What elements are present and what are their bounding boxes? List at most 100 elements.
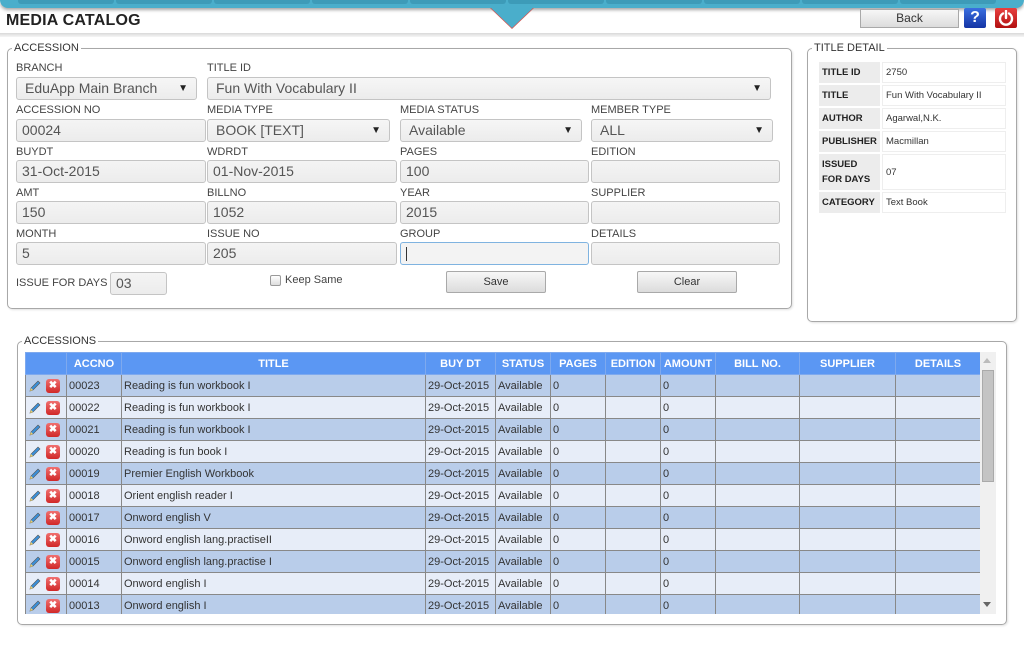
column-header-edition[interactable]: EDITION — [605, 352, 661, 375]
cell-supplier — [799, 396, 896, 419]
column-header-bill-no[interactable]: BILL NO. — [715, 352, 800, 375]
media-type-select[interactable]: BOOK [TEXT] ▼ — [207, 119, 390, 142]
branch-select[interactable]: EduApp Main Branch ▼ — [16, 77, 197, 100]
delete-x-icon[interactable]: ✖ — [46, 510, 60, 525]
issue-no-input[interactable]: 205 — [207, 242, 397, 265]
top-nav-tab[interactable] — [802, 0, 898, 4]
amt-input[interactable]: 150 — [16, 201, 206, 224]
table-row[interactable]: ✖ 00021 Reading is fun workbook I 29-Oct-20… — [25, 418, 981, 441]
delete-x-icon[interactable]: ✖ — [46, 576, 60, 591]
power-logout-icon[interactable] — [995, 8, 1017, 28]
delete-x-icon[interactable]: ✖ — [46, 400, 60, 415]
title-detail-row-title-id: TITLE ID 2750 — [819, 62, 1006, 83]
help-question-icon[interactable]: ? — [964, 8, 986, 28]
detail-value: Macmillan — [882, 131, 1006, 152]
member-type-select[interactable]: ALL ▼ — [591, 119, 773, 142]
media-status-select[interactable]: Available ▼ — [400, 119, 582, 142]
column-header-buy-dt[interactable]: BUY DT — [425, 352, 496, 375]
table-row[interactable]: ✖ 00013 Onword english I 29-Oct-2015 Availab… — [25, 594, 981, 614]
pencil-edit-icon[interactable] — [28, 423, 42, 437]
keep-same-label[interactable]: Keep Same — [285, 274, 342, 286]
delete-x-icon[interactable]: ✖ — [46, 598, 60, 613]
delete-x-icon[interactable]: ✖ — [46, 532, 60, 547]
pencil-edit-icon[interactable] — [28, 555, 42, 569]
cell-details — [895, 462, 981, 485]
delete-x-icon[interactable]: ✖ — [46, 554, 60, 569]
top-nav-tab[interactable] — [116, 0, 212, 4]
save-button[interactable]: Save — [446, 271, 546, 293]
buydt-input[interactable]: 31-Oct-2015 — [16, 160, 206, 183]
delete-x-icon[interactable]: ✖ — [46, 488, 60, 503]
pencil-edit-icon[interactable] — [28, 445, 42, 459]
details-input[interactable] — [591, 242, 780, 265]
column-header-amount[interactable]: AMOUNT — [660, 352, 716, 375]
supplier-input[interactable] — [591, 201, 780, 224]
column-header-title[interactable]: TITLE — [121, 352, 426, 375]
scroll-down-arrow-icon[interactable] — [983, 602, 991, 607]
chevron-down-icon: ▼ — [752, 83, 762, 94]
grid-scrollbar[interactable] — [980, 352, 996, 614]
pencil-edit-icon[interactable] — [28, 511, 42, 525]
table-row[interactable]: ✖ 00018 Orient english reader I 29-Oct-2015… — [25, 484, 981, 507]
top-nav-tab[interactable] — [18, 0, 114, 4]
text-cursor — [406, 247, 407, 262]
row-actions: ✖ — [25, 572, 67, 595]
pencil-edit-icon[interactable] — [28, 379, 42, 393]
pencil-edit-icon[interactable] — [28, 467, 42, 481]
pencil-edit-icon[interactable] — [28, 577, 42, 591]
accession-no-input[interactable]: 00024 — [16, 119, 206, 142]
year-input[interactable]: 2015 — [400, 201, 589, 224]
chevron-down-icon: ▼ — [371, 125, 381, 136]
group-input[interactable] — [400, 242, 589, 265]
table-row[interactable]: ✖ 00017 Onword english V 29-Oct-2015 Availab… — [25, 506, 981, 529]
top-nav-tab[interactable] — [900, 0, 996, 4]
top-nav-tab[interactable] — [606, 0, 702, 4]
cell-pages: 0 — [550, 462, 606, 485]
clear-button[interactable]: Clear — [637, 271, 737, 293]
delete-x-icon[interactable]: ✖ — [46, 422, 60, 437]
top-nav-tab[interactable] — [508, 0, 604, 4]
column-header-status[interactable]: STATUS — [495, 352, 551, 375]
back-button[interactable]: Back — [860, 9, 959, 28]
month-input[interactable]: 5 — [16, 242, 206, 265]
pencil-edit-icon[interactable] — [28, 401, 42, 415]
pencil-edit-icon[interactable] — [28, 533, 42, 547]
table-row[interactable]: ✖ 00022 Reading is fun workbook I 29-Oct-20… — [25, 396, 981, 419]
cell-amount: 0 — [660, 528, 716, 551]
billno-input[interactable]: 1052 — [207, 201, 397, 224]
table-row[interactable]: ✖ 00015 Onword english lang.practise I 29-O… — [25, 550, 981, 573]
wdrdt-input[interactable]: 01-Nov-2015 — [207, 160, 397, 183]
pencil-edit-icon[interactable] — [28, 599, 42, 613]
top-nav-tab[interactable] — [704, 0, 800, 4]
table-row[interactable]: ✖ 00020 Reading is fun book I 29-Oct-2015 Av… — [25, 440, 981, 463]
cell-edition — [605, 374, 661, 397]
scroll-thumb[interactable] — [982, 370, 994, 482]
column-header-actions[interactable] — [25, 352, 67, 375]
cell-buy-dt: 29-Oct-2015 — [425, 440, 496, 463]
pages-input[interactable]: 100 — [400, 160, 589, 183]
cell-details — [895, 528, 981, 551]
top-nav-tab[interactable] — [410, 0, 506, 4]
table-row[interactable]: ✖ 00023 Reading is fun workbook I 29-Oct-20… — [25, 374, 981, 397]
keep-same-checkbox[interactable] — [270, 275, 281, 286]
amt-label: AMT — [16, 187, 40, 199]
delete-x-icon[interactable]: ✖ — [46, 444, 60, 459]
table-row[interactable]: ✖ 00016 Onword english lang.practiseII 29-O… — [25, 528, 981, 551]
top-nav-tab[interactable] — [312, 0, 408, 4]
column-header-details[interactable]: DETAILS — [895, 352, 981, 375]
title-id-select[interactable]: Fun With Vocabulary II ▼ — [207, 77, 771, 100]
table-row[interactable]: ✖ 00019 Premier English Workbook 29-Oct-201… — [25, 462, 981, 485]
cell-title: Reading is fun book I — [121, 440, 426, 463]
table-row[interactable]: ✖ 00014 Onword english I 29-Oct-2015 Availab… — [25, 572, 981, 595]
edition-input[interactable] — [591, 160, 780, 183]
top-nav-tab[interactable] — [214, 0, 310, 4]
column-header-supplier[interactable]: SUPPLIER — [799, 352, 896, 375]
scroll-up-arrow-icon[interactable] — [983, 358, 991, 363]
delete-x-icon[interactable]: ✖ — [46, 378, 60, 393]
column-header-accno[interactable]: ACCNO — [66, 352, 122, 375]
pencil-edit-icon[interactable] — [28, 489, 42, 503]
issue-for-days-input[interactable]: 03 — [110, 272, 167, 295]
title-detail-row-issued-for-days: ISSUED FOR DAYS 07 — [819, 154, 1006, 190]
column-header-pages[interactable]: PAGES — [550, 352, 606, 375]
delete-x-icon[interactable]: ✖ — [46, 466, 60, 481]
